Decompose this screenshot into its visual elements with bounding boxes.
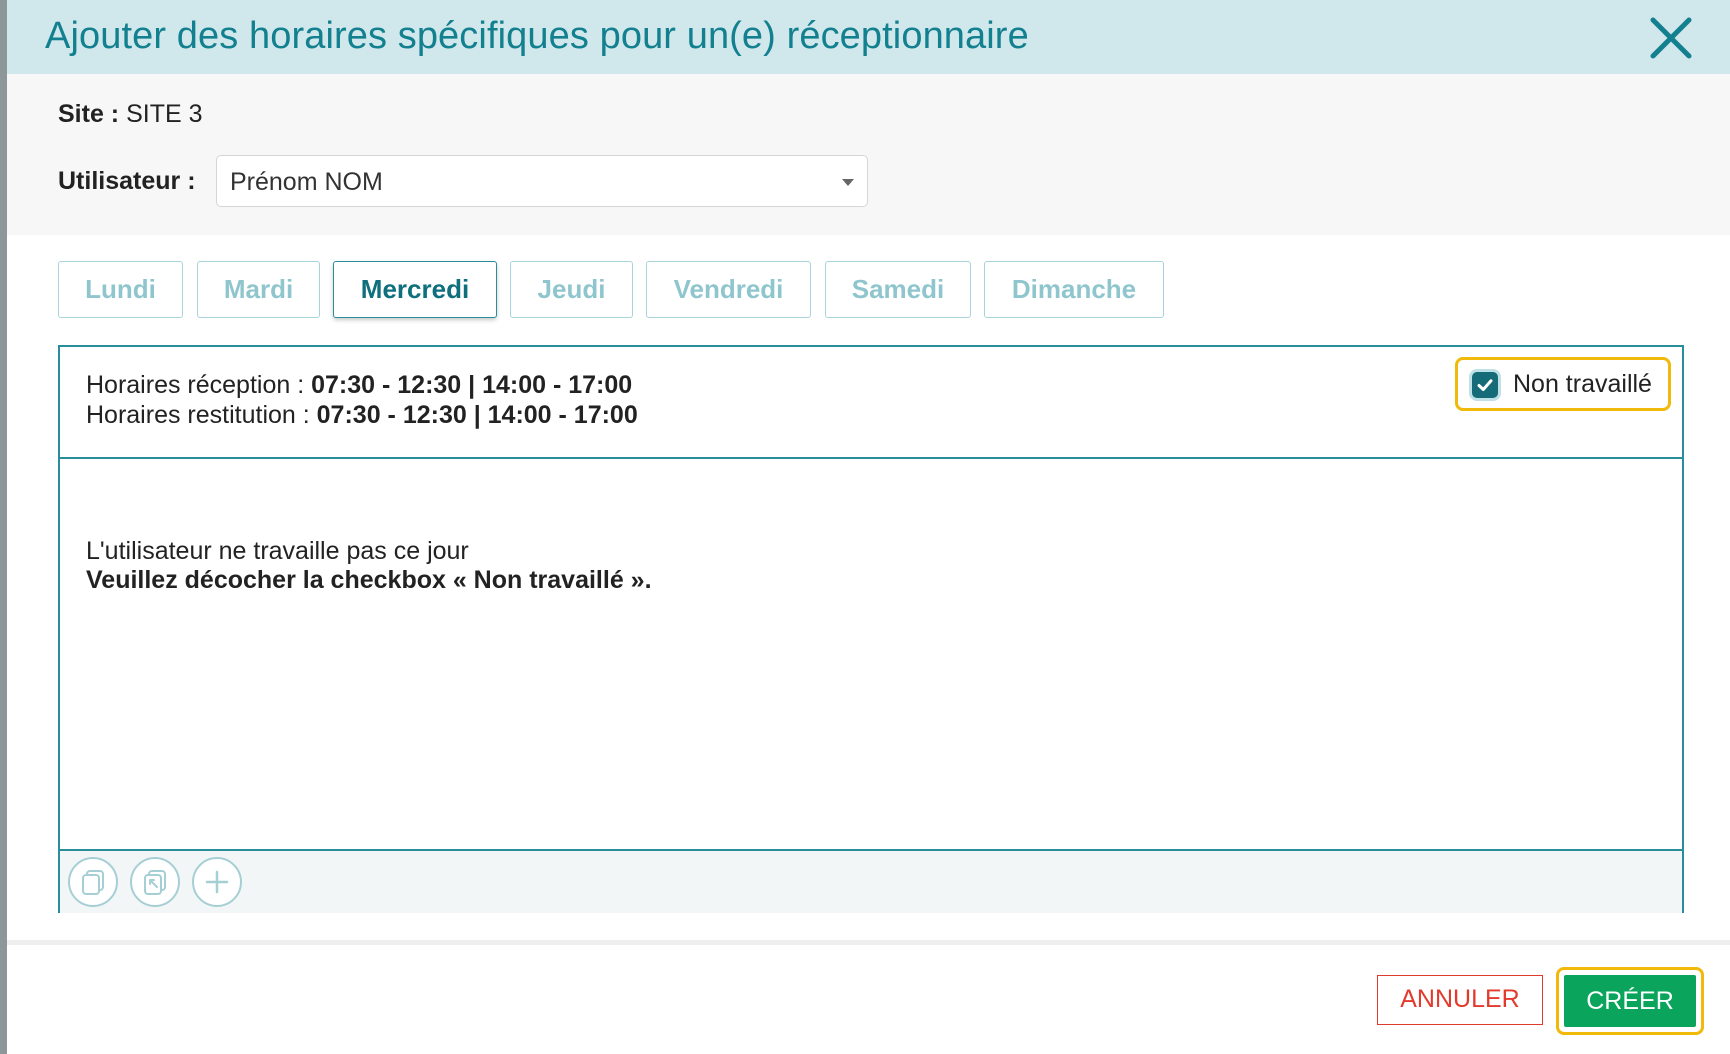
panel-toolbar xyxy=(60,849,1682,913)
non-worked-message: L'utilisateur ne travaille pas ce jour V… xyxy=(86,537,652,595)
user-label: Utilisateur : xyxy=(58,167,196,195)
plus-icon xyxy=(205,870,229,894)
tab-dimanche[interactable]: Dimanche xyxy=(984,261,1164,318)
day-schedule-panel: Horaires réception : 07:30 - 12:30 | 14:… xyxy=(58,345,1684,913)
create-button[interactable]: CRÉER xyxy=(1564,975,1696,1027)
tab-jeudi[interactable]: Jeudi xyxy=(510,261,633,318)
cancel-button[interactable]: ANNULER xyxy=(1377,975,1543,1025)
copy-button[interactable] xyxy=(68,857,118,907)
schedule-dialog: Ajouter des horaires spécifiques pour un… xyxy=(7,0,1730,1054)
non-worked-checkbox[interactable] xyxy=(1472,372,1498,398)
footer-divider xyxy=(7,940,1730,945)
tab-lundi[interactable]: Lundi xyxy=(58,261,183,318)
tab-mercredi[interactable]: Mercredi xyxy=(333,261,497,318)
close-icon xyxy=(1650,17,1692,59)
message-line-1: L'utilisateur ne travaille pas ce jour xyxy=(86,537,469,565)
panel-header: Horaires réception : 07:30 - 12:30 | 14:… xyxy=(60,347,1682,459)
user-select-value: Prénom NOM xyxy=(230,168,383,196)
chevron-down-icon xyxy=(842,179,854,186)
site-value: SITE 3 xyxy=(126,100,203,128)
paste-icon xyxy=(144,870,166,895)
tab-vendredi[interactable]: Vendredi xyxy=(646,261,811,318)
dialog-title: Ajouter des horaires spécifiques pour un… xyxy=(45,15,1029,57)
non-worked-label: Non travaillé xyxy=(1513,370,1652,398)
close-button[interactable] xyxy=(1647,14,1695,62)
site-label: Site : xyxy=(58,100,120,128)
checkmark-icon xyxy=(1477,379,1493,391)
restitution-hours-value: 07:30 - 12:30 | 14:00 - 17:00 xyxy=(316,401,638,429)
reception-hours-label: Horaires réception : xyxy=(86,371,305,399)
restitution-hours: Horaires restitution : 07:30 - 12:30 | 1… xyxy=(86,401,638,430)
message-line-2: Veuillez décocher la checkbox « Non trav… xyxy=(86,566,652,594)
add-button[interactable] xyxy=(192,857,242,907)
reception-hours-value: 07:30 - 12:30 | 14:00 - 17:00 xyxy=(311,371,633,399)
site-user-section: Site : SITE 3 Utilisateur : Prénom NOM xyxy=(7,74,1730,235)
site-info: Site : SITE 3 xyxy=(58,100,203,129)
dialog-header: Ajouter des horaires spécifiques pour un… xyxy=(7,0,1730,74)
reception-hours: Horaires réception : 07:30 - 12:30 | 14:… xyxy=(86,371,632,400)
tab-mardi[interactable]: Mardi xyxy=(197,261,320,318)
page-backdrop xyxy=(0,0,7,1054)
non-worked-toggle[interactable]: Non travaillé xyxy=(1455,357,1671,411)
tab-samedi[interactable]: Samedi xyxy=(825,261,971,318)
paste-button[interactable] xyxy=(130,857,180,907)
user-select[interactable]: Prénom NOM xyxy=(216,155,868,207)
create-button-highlight: CRÉER xyxy=(1556,967,1704,1035)
copy-icon xyxy=(82,870,104,895)
restitution-hours-label: Horaires restitution : xyxy=(86,401,310,429)
